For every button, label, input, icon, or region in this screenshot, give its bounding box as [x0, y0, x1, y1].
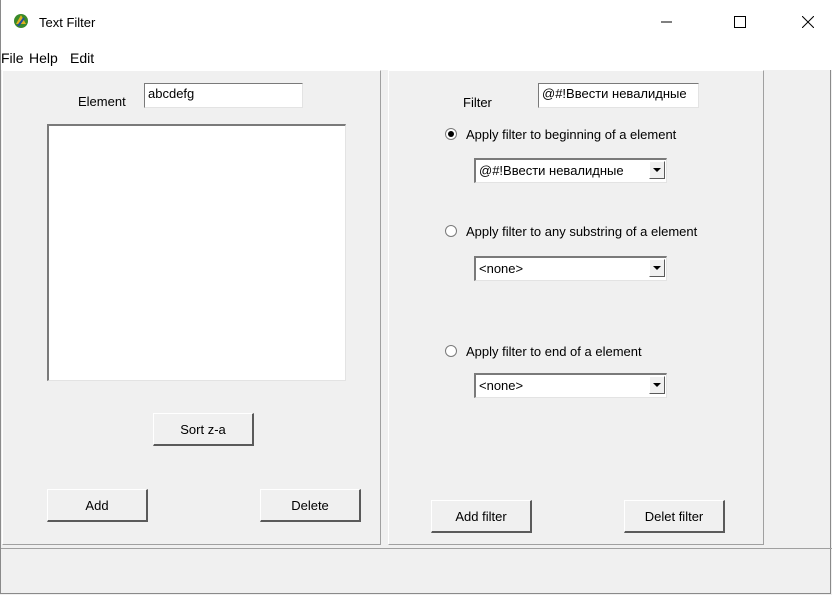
- element-input[interactable]: abcdefg: [144, 83, 303, 108]
- filter-label: Filter: [463, 95, 492, 110]
- close-icon: [802, 16, 814, 28]
- combo-end-arrow[interactable]: [649, 376, 665, 394]
- combo-end-value: <none>: [479, 378, 524, 393]
- radio-substring[interactable]: [445, 225, 457, 237]
- menu-help[interactable]: Help: [29, 50, 58, 66]
- app-icon: [14, 14, 28, 28]
- menu-file[interactable]: File: [1, 50, 24, 66]
- combo-beginning-value: @#!Ввести невалидные: [479, 163, 624, 178]
- combo-substring-value: <none>: [479, 261, 524, 276]
- chevron-down-icon: [653, 167, 661, 172]
- radio-selected-dot: [448, 131, 454, 137]
- radio-end[interactable]: [445, 345, 457, 357]
- filter-input[interactable]: @#!Ввести невалидные: [538, 83, 699, 108]
- app-window: Text Filter File Help Edit Element abcde…: [0, 0, 832, 594]
- radio-beginning[interactable]: [445, 128, 457, 140]
- delete-button[interactable]: Delete: [260, 489, 361, 522]
- close-button[interactable]: [785, 0, 831, 44]
- chevron-down-icon: [653, 265, 661, 270]
- radio-end-label[interactable]: Apply filter to end of a element: [466, 344, 642, 359]
- combo-substring[interactable]: <none>: [474, 256, 667, 281]
- maximize-icon: [734, 16, 746, 28]
- element-list[interactable]: [47, 124, 346, 381]
- chevron-down-icon: [653, 382, 661, 387]
- delete-filter-button[interactable]: Delet filter: [624, 500, 725, 533]
- combo-end[interactable]: <none>: [474, 373, 667, 398]
- combo-beginning[interactable]: @#!Ввести невалидные: [474, 158, 667, 183]
- title-bar[interactable]: Text Filter: [1, 0, 832, 44]
- status-bar: [1, 548, 832, 594]
- combo-substring-arrow[interactable]: [649, 259, 665, 277]
- minimize-button[interactable]: [644, 0, 690, 44]
- radio-beginning-label[interactable]: Apply filter to beginning of a element: [466, 127, 676, 142]
- add-button[interactable]: Add: [47, 489, 148, 522]
- radio-substring-label[interactable]: Apply filter to any substring of a eleme…: [466, 224, 697, 239]
- window-title: Text Filter: [39, 15, 96, 30]
- element-label: Element: [78, 94, 126, 109]
- minimize-icon: [661, 21, 672, 23]
- add-filter-button[interactable]: Add filter: [431, 500, 532, 533]
- menu-bar: File Help Edit: [1, 44, 832, 70]
- maximize-button[interactable]: [717, 0, 763, 44]
- sort-button[interactable]: Sort z-a: [153, 413, 254, 446]
- combo-beginning-arrow[interactable]: [649, 161, 665, 179]
- menu-edit[interactable]: Edit: [70, 50, 94, 66]
